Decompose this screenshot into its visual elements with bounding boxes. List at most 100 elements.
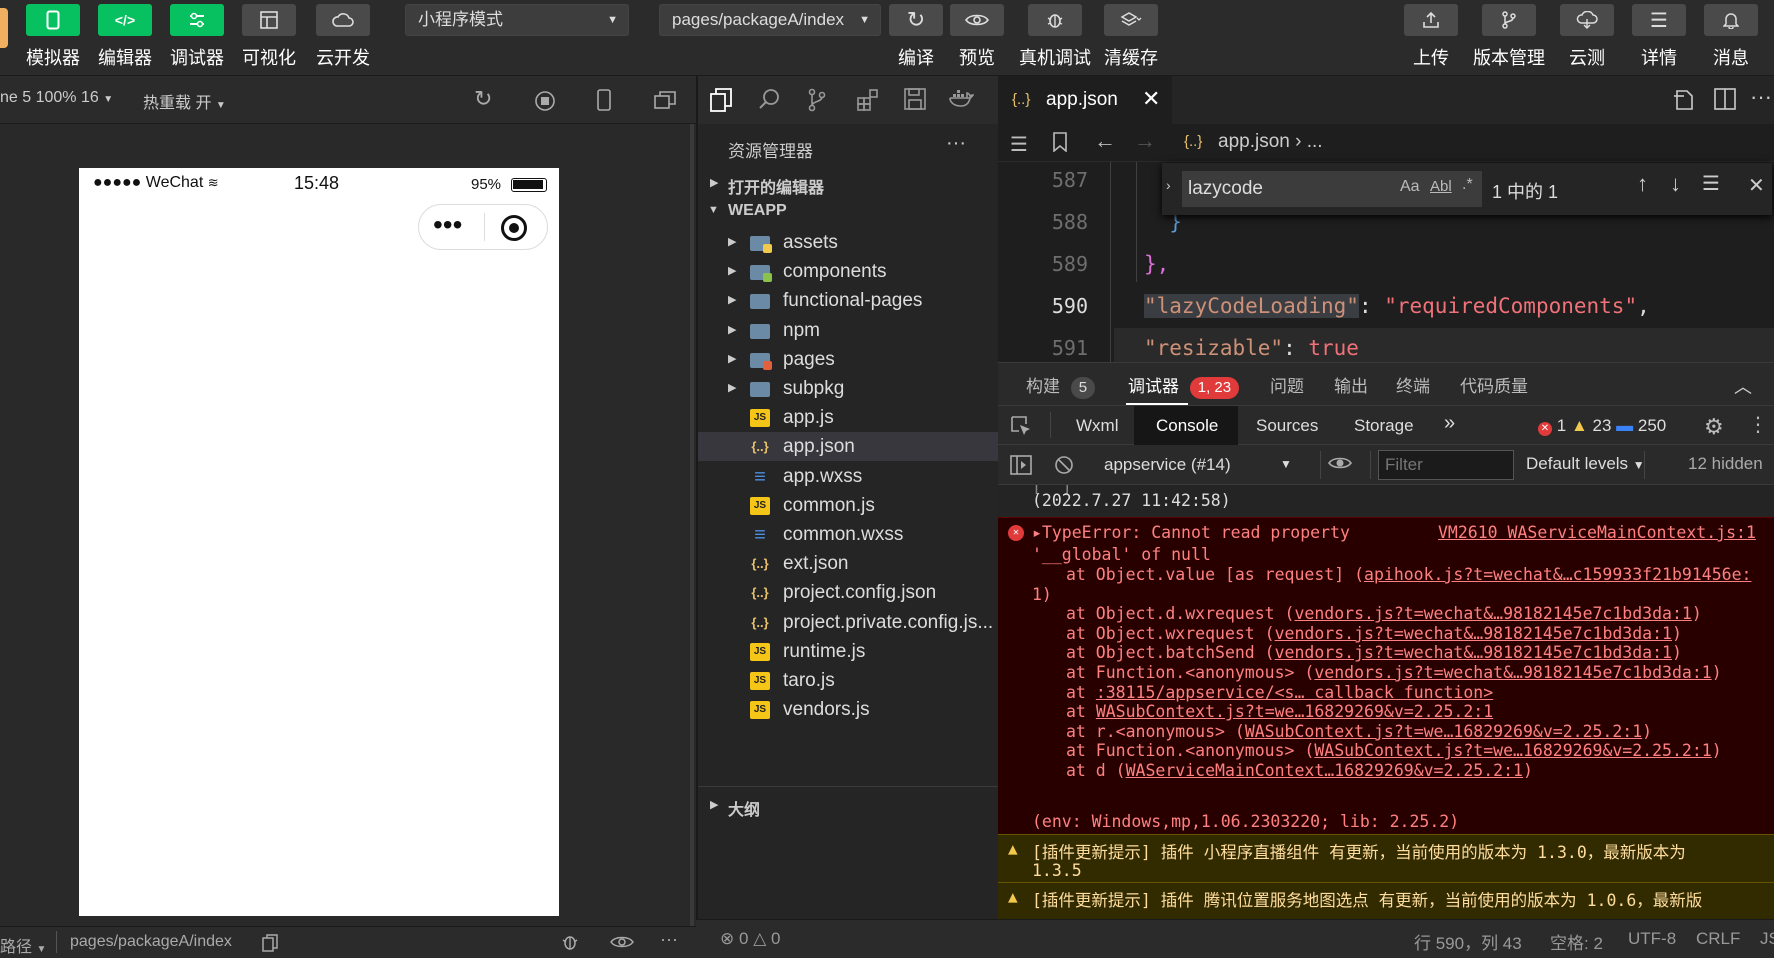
phone-icon[interactable]	[597, 89, 611, 114]
mode-select[interactable]: 小程序模式 ▼	[405, 4, 629, 36]
close-icon[interactable]: ✕	[1748, 173, 1765, 198]
tree-item[interactable]: JS app.js	[698, 403, 998, 432]
sidebar-toggle-icon[interactable]	[1010, 455, 1032, 478]
tree-item[interactable]: JS common.js	[698, 491, 998, 520]
path-select[interactable]: 路径 ▼	[0, 933, 46, 957]
eol[interactable]: CRLF	[1696, 929, 1740, 949]
tab-problems[interactable]: 问题	[1270, 372, 1304, 397]
bug-icon[interactable]	[560, 932, 580, 957]
tree-item[interactable]: ▶ functional-pages	[698, 286, 998, 315]
stack-link[interactable]: WAServiceMainContext…16829269&v=2.25.2:1	[1126, 761, 1523, 780]
messages-button[interactable]: 消息	[1700, 0, 1762, 72]
tree-item[interactable]: ≡ app.wxss	[698, 462, 998, 491]
warning-message[interactable]: ▲ [插件更新提示] 插件 腾讯位置服务地图选点 有更新，当前使用的版本为 1.…	[998, 882, 1774, 920]
device-select[interactable]: ne 5 100% 16 ▼	[0, 89, 113, 107]
stack-link[interactable]: :38115/appservice/<s… callback function>	[1096, 683, 1493, 702]
page-select[interactable]: pages/packageA/index ▼	[659, 4, 881, 36]
find-input[interactable]: lazycode Aa Abl .*	[1182, 171, 1482, 207]
simulator-button[interactable]: 模拟器	[22, 0, 84, 72]
eye-icon[interactable]	[610, 935, 634, 954]
tab-output[interactable]: 输出	[1334, 372, 1368, 397]
match-word-icon[interactable]: Abl	[1430, 178, 1452, 195]
tab-wxml[interactable]: Wxml	[1076, 416, 1118, 436]
warning-message[interactable]: ▲ [插件更新提示] 插件 小程序直播组件 有更新，当前使用的版本为 1.3.0…	[998, 834, 1774, 882]
extensions-icon[interactable]	[856, 88, 880, 115]
explorer-more-icon[interactable]: ···	[946, 132, 966, 155]
more-icon[interactable]: ···	[660, 929, 678, 950]
encoding[interactable]: UTF-8	[1628, 929, 1676, 949]
more-vertical-icon[interactable]: ⋮	[1748, 412, 1768, 437]
filter-input[interactable]	[1378, 450, 1514, 480]
tree-item[interactable]: {..} project.config.json	[698, 578, 998, 607]
tab-console[interactable]: Console	[1134, 406, 1238, 445]
stack-link[interactable]: vendors.js?t=wechat&…98182145e7c1bd3da:1	[1314, 663, 1711, 682]
phone-screen[interactable]: ●●●●● WeChat ≋ 15:48 95% •••	[79, 168, 559, 916]
tree-item[interactable]: ▶ components	[698, 257, 998, 286]
issue-counts[interactable]: ✕ 1 ▲ 23 ▬ 250	[1538, 416, 1666, 436]
upload-button[interactable]: 上传	[1400, 0, 1462, 72]
arrow-down-icon[interactable]: ↓	[1670, 171, 1681, 197]
tab-terminal[interactable]: 终端	[1396, 372, 1430, 397]
clear-cache-button[interactable]: 清缓存	[1100, 0, 1162, 72]
split-file-icon[interactable]	[1672, 88, 1696, 115]
editor-button[interactable]: </> 编辑器	[94, 0, 156, 72]
bookmark-icon[interactable]	[1052, 132, 1068, 155]
problems-status[interactable]: ⊗ 0 △ 0	[720, 929, 780, 949]
tab-code-quality[interactable]: 代码质量	[1460, 372, 1528, 397]
tab-sources[interactable]: Sources	[1256, 416, 1318, 436]
hot-reload-toggle[interactable]: 热重载 开 ▼	[143, 89, 226, 113]
tree-item[interactable]: {..} ext.json	[698, 549, 998, 578]
find-in-selection-icon[interactable]: ☰	[1702, 171, 1720, 196]
save-icon[interactable]	[904, 88, 926, 113]
weapp-section[interactable]: ▼ WEAPP	[698, 198, 998, 226]
cloud-dev-button[interactable]: 云开发	[312, 0, 374, 72]
tree-item[interactable]: ▶ pages	[698, 345, 998, 374]
regex-icon[interactable]: .*	[1462, 176, 1473, 194]
console-output[interactable]: [ ] (2022.7.27 11:42:58) ✕ ▸TypeError: C…	[998, 485, 1774, 920]
match-case-icon[interactable]: Aa	[1400, 178, 1420, 196]
error-expand[interactable]: ▸TypeError: Cannot read property	[1032, 523, 1350, 542]
tree-item[interactable]: {..} app.json	[698, 432, 998, 462]
tree-item[interactable]: {..} project.private.config.js...	[698, 608, 998, 637]
breadcrumb-file[interactable]: app.json › ...	[1218, 131, 1323, 153]
tree-item[interactable]: ≡ common.wxss	[698, 520, 998, 549]
clear-console-icon[interactable]	[1054, 455, 1074, 478]
files-icon[interactable]	[710, 88, 732, 115]
splitter[interactable]	[690, 124, 694, 926]
arrow-up-icon[interactable]: ↑	[1637, 171, 1648, 197]
back-icon[interactable]: ←	[1094, 128, 1116, 154]
tree-item[interactable]: ▶ subpkg	[698, 374, 998, 403]
indent-setting[interactable]: 空格: 2	[1550, 929, 1603, 954]
tab-debugger[interactable]: 调试器 1, 23	[1128, 372, 1240, 399]
close-icon[interactable]: ✕	[1142, 86, 1160, 112]
chevron-right-icon[interactable]: ›	[1166, 177, 1171, 193]
tree-item[interactable]: JS runtime.js	[698, 637, 998, 666]
stack-link[interactable]: vendors.js?t=wechat&…98182145e7c1bd3da:1	[1275, 624, 1672, 643]
context-select[interactable]: appservice (#14) ▼	[1090, 453, 1310, 477]
docker-icon[interactable]	[948, 88, 975, 111]
version-button[interactable]: 版本管理	[1473, 0, 1545, 72]
capsule-close-icon[interactable]	[501, 215, 527, 241]
search-icon[interactable]	[758, 88, 780, 113]
rotate-icon[interactable]: ↻	[474, 86, 492, 112]
tree-item[interactable]: ▶ npm	[698, 316, 998, 345]
visual-button[interactable]: 可视化	[238, 0, 300, 72]
stack-link[interactable]: vendors.js?t=wechat&…98182145e7c1bd3da:1	[1294, 604, 1691, 623]
details-button[interactable]: ☰ 详情	[1628, 0, 1690, 72]
live-expression-icon[interactable]	[1328, 455, 1352, 474]
cloud-test-button[interactable]: 云测	[1556, 0, 1618, 72]
tab-app-json[interactable]: {..} app.json ✕	[998, 76, 1172, 124]
tree-item[interactable]: ▶ assets	[698, 228, 998, 257]
capsule-more-icon[interactable]: •••	[433, 209, 462, 241]
stack-link[interactable]: WASubContext.js?t=we…16829269&v=2.25.2:1	[1096, 702, 1493, 721]
remote-debug-button[interactable]: 真机调试	[1019, 0, 1091, 72]
cursor-position[interactable]: 行 590，列 43	[1414, 929, 1522, 954]
list-icon[interactable]: ☰	[1010, 132, 1028, 157]
tree-item[interactable]: JS vendors.js	[698, 695, 998, 724]
copy-icon[interactable]	[262, 934, 278, 957]
outline-section[interactable]: ▶ 大纲	[698, 790, 998, 820]
source-control-icon[interactable]	[808, 88, 826, 115]
more-icon[interactable]: ···	[1750, 84, 1772, 110]
forward-icon[interactable]: →	[1134, 128, 1156, 154]
error-message[interactable]: ✕ ▸TypeError: Cannot read property VM261…	[998, 517, 1774, 834]
